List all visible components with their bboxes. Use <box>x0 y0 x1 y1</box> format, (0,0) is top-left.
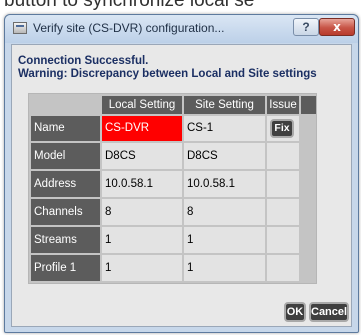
fix-button[interactable]: Fix <box>270 119 294 138</box>
title-bar[interactable]: Verify site (CS-DVR) configuration... ? … <box>5 15 358 43</box>
row-header-profile-1: Profile 1 <box>31 255 100 281</box>
local-streams-cell: 1 <box>102 227 182 253</box>
row-header-model: Model <box>31 143 100 169</box>
row-header-channels: Channels <box>31 199 100 225</box>
local-profile-1-cell: 1 <box>102 255 182 281</box>
issue-cell-streams <box>267 227 299 253</box>
issue-cell-model <box>267 143 299 169</box>
discrepancy-warning: Warning: Discrepancy between Local and S… <box>18 68 317 80</box>
column-header-site-setting: Site Setting <box>184 96 265 114</box>
issue-cell-profile-1 <box>267 255 299 281</box>
issue-cell-channels <box>267 199 299 225</box>
issue-cell-name: Fix <box>267 116 299 141</box>
dvr-window-icon <box>13 22 27 34</box>
site-model-cell: D8CS <box>184 143 265 169</box>
site-channels-cell: 8 <box>184 199 265 225</box>
site-name-cell: CS-1 <box>184 116 265 141</box>
close-button[interactable]: x <box>319 18 355 36</box>
local-name-cell: CS-DVR <box>102 116 182 141</box>
column-header-issue: Issue <box>267 96 299 114</box>
local-channels-cell: 8 <box>102 199 182 225</box>
column-header-filler <box>301 96 316 114</box>
settings-comparison-table: Local Setting Site Setting Issue Name CS… <box>28 93 317 284</box>
dialog-body: Connection Successful. Warning: Discrepa… <box>11 44 352 327</box>
column-header-local-setting: Local Setting <box>102 96 182 114</box>
dialog-title: Verify site (CS-DVR) configuration... <box>33 21 225 35</box>
question-icon: ? <box>302 20 310 34</box>
row-header-streams: Streams <box>31 227 100 253</box>
row-header-address: Address <box>31 171 100 197</box>
verify-config-dialog: Verify site (CS-DVR) configuration... ? … <box>4 14 359 333</box>
local-address-cell: 10.0.58.1 <box>102 171 182 197</box>
issue-cell-address <box>267 171 299 197</box>
row-header-name: Name <box>31 116 100 141</box>
site-streams-cell: 1 <box>184 227 265 253</box>
cancel-button[interactable]: Cancel <box>309 302 349 322</box>
connection-status: Connection Successful. <box>18 55 149 67</box>
background-text: button to synchronize local se <box>4 0 255 11</box>
close-icon: x <box>333 20 341 34</box>
site-profile-1-cell: 1 <box>184 255 265 281</box>
site-address-cell: 10.0.58.1 <box>184 171 265 197</box>
local-model-cell: D8CS <box>102 143 182 169</box>
ok-button[interactable]: OK <box>284 302 306 322</box>
help-button[interactable]: ? <box>293 18 319 36</box>
